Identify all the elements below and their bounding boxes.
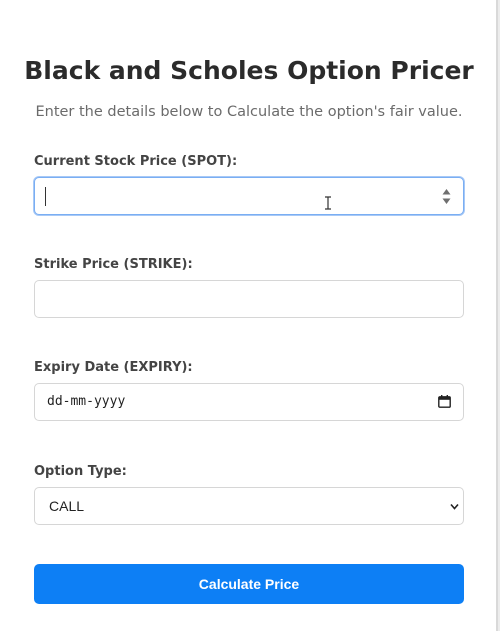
strike-input[interactable]: [34, 280, 464, 318]
page-title: Black and Scholes Option Pricer: [24, 56, 474, 85]
option-type-label: Option Type:: [34, 464, 127, 479]
calendar-icon[interactable]: [438, 395, 451, 408]
strike-label: Strike Price (STRIKE):: [34, 257, 193, 272]
date-placeholder: dd-mm-yyyy: [47, 394, 126, 409]
text-caret: [45, 187, 46, 206]
option-type-value: CALL: [49, 498, 85, 514]
pricer-card: Black and Scholes Option Pricer Enter th…: [0, 0, 498, 631]
expiry-label: Expiry Date (EXPIRY):: [34, 360, 193, 375]
spot-label: Current Stock Price (SPOT):: [34, 154, 238, 169]
spot-input[interactable]: [34, 177, 464, 215]
spinner-arrows-icon[interactable]: [442, 188, 451, 205]
calculate-price-button[interactable]: Calculate Price: [34, 564, 464, 604]
expiry-date-input[interactable]: dd-mm-yyyy: [34, 383, 464, 421]
page-subtitle: Enter the details below to Calculate the…: [35, 104, 463, 120]
option-type-select[interactable]: CALL: [34, 487, 464, 525]
chevron-down-icon: [450, 503, 459, 510]
text-cursor-icon: [325, 196, 331, 210]
